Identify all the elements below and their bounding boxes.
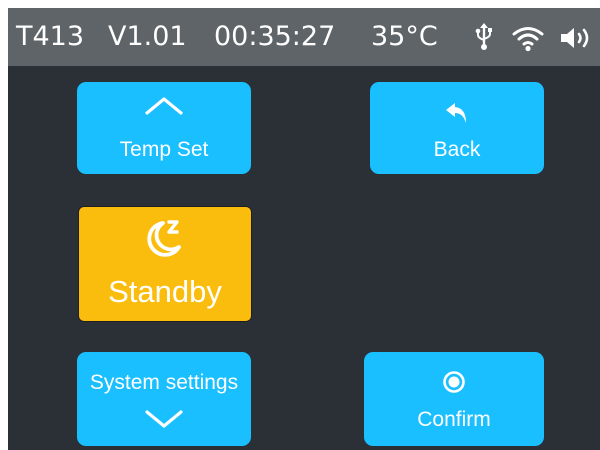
moon-sleep-icon [143, 218, 187, 265]
back-label: Back [433, 138, 481, 161]
usb-icon [474, 22, 494, 59]
device-screen: T413 V1.01 00:35:27 35°C Temp Set Back S… [8, 8, 600, 450]
temp-set-label: Temp Set [119, 138, 209, 161]
clock-time: 00:35:27 [214, 21, 336, 52]
back-arrow-icon [444, 100, 470, 131]
model-name: T413 [16, 21, 85, 52]
standby-button[interactable]: Standby [78, 206, 252, 322]
standby-label: Standby [108, 274, 222, 309]
system-settings-button[interactable]: System settings [77, 352, 251, 446]
confirm-label: Confirm [417, 408, 491, 431]
system-settings-label: System settings [89, 371, 239, 394]
radio-dot-icon [442, 370, 466, 399]
chevron-up-icon [144, 96, 184, 121]
speaker-icon [559, 26, 593, 57]
back-button[interactable]: Back [370, 82, 544, 174]
temp-set-button[interactable]: Temp Set [77, 82, 251, 174]
wifi-icon [511, 24, 545, 59]
firmware-version: V1.01 [108, 21, 187, 52]
status-bar: T413 V1.01 00:35:27 35°C [8, 8, 600, 66]
chevron-down-icon [144, 409, 184, 434]
confirm-button[interactable]: Confirm [364, 352, 544, 446]
temperature-readout: 35°C [371, 21, 438, 52]
